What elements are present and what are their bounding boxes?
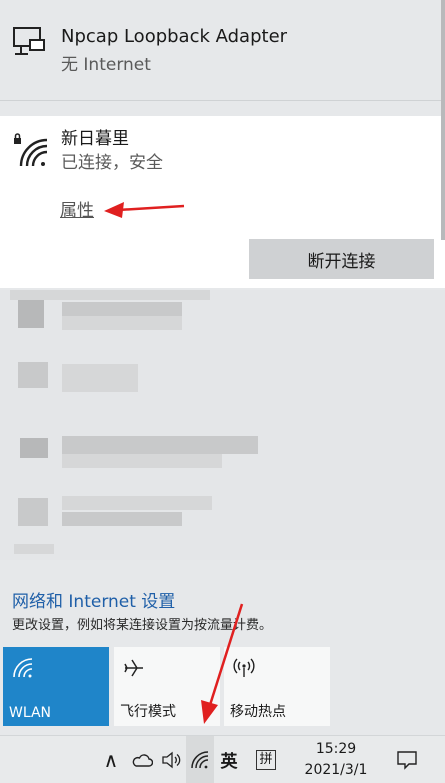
- network-item-connected[interactable]: 新日暮里 已连接，安全 属性 断开连接: [0, 116, 445, 288]
- scrollbar[interactable]: [441, 0, 445, 240]
- tile-label: 移动热点: [230, 704, 286, 720]
- network-name: 新日暮里: [61, 129, 129, 149]
- input-language-indicator[interactable]: 英: [218, 736, 240, 783]
- mobile-hotspot-toggle[interactable]: 移动热点: [224, 647, 330, 726]
- network-name: Npcap Loopback Adapter: [61, 26, 288, 47]
- network-item-npcap[interactable]: Npcap Loopback Adapter 无 Internet: [0, 0, 445, 101]
- ethernet-icon: [12, 24, 48, 60]
- airplane-mode-toggle[interactable]: 飞行模式: [114, 647, 220, 726]
- taskbar: ∧ 英 拼 15:29 2021/3/1: [0, 735, 445, 783]
- ime-mode-label: 拼: [256, 749, 276, 770]
- network-wifi-icon[interactable]: [186, 736, 214, 783]
- airplane-icon: [123, 657, 145, 679]
- network-status: 无 Internet: [61, 55, 151, 75]
- cloud-icon[interactable]: [130, 736, 154, 783]
- network-flyout: Npcap Loopback Adapter 无 Internet 新日暮里 已…: [0, 0, 445, 735]
- network-settings-description: 更改设置，例如将某连接设置为按流量计费。: [12, 618, 273, 633]
- network-settings-link[interactable]: 网络和 Internet 设置: [12, 587, 175, 612]
- clock-date: 2021/3/1: [304, 761, 368, 778]
- tile-label: 飞行模式: [120, 704, 176, 720]
- tile-label: WLAN: [9, 705, 52, 721]
- hotspot-icon: [233, 657, 255, 679]
- disconnect-button[interactable]: 断开连接: [249, 239, 434, 279]
- action-center-icon[interactable]: [392, 736, 422, 783]
- show-hidden-icons-chevron-icon[interactable]: ∧: [101, 736, 121, 783]
- blurred-network-list: [0, 290, 445, 560]
- wlan-toggle[interactable]: WLAN: [3, 647, 109, 726]
- wifi-icon: [12, 657, 34, 679]
- clock[interactable]: 15:29 2021/3/1: [295, 736, 377, 783]
- clock-time: 15:29: [315, 740, 357, 757]
- ime-mode-icon[interactable]: 拼: [254, 736, 278, 783]
- wifi-secure-icon: [13, 132, 49, 168]
- network-status: 已连接，安全: [61, 153, 163, 173]
- volume-icon[interactable]: [160, 736, 182, 783]
- properties-link[interactable]: 属性: [60, 196, 94, 221]
